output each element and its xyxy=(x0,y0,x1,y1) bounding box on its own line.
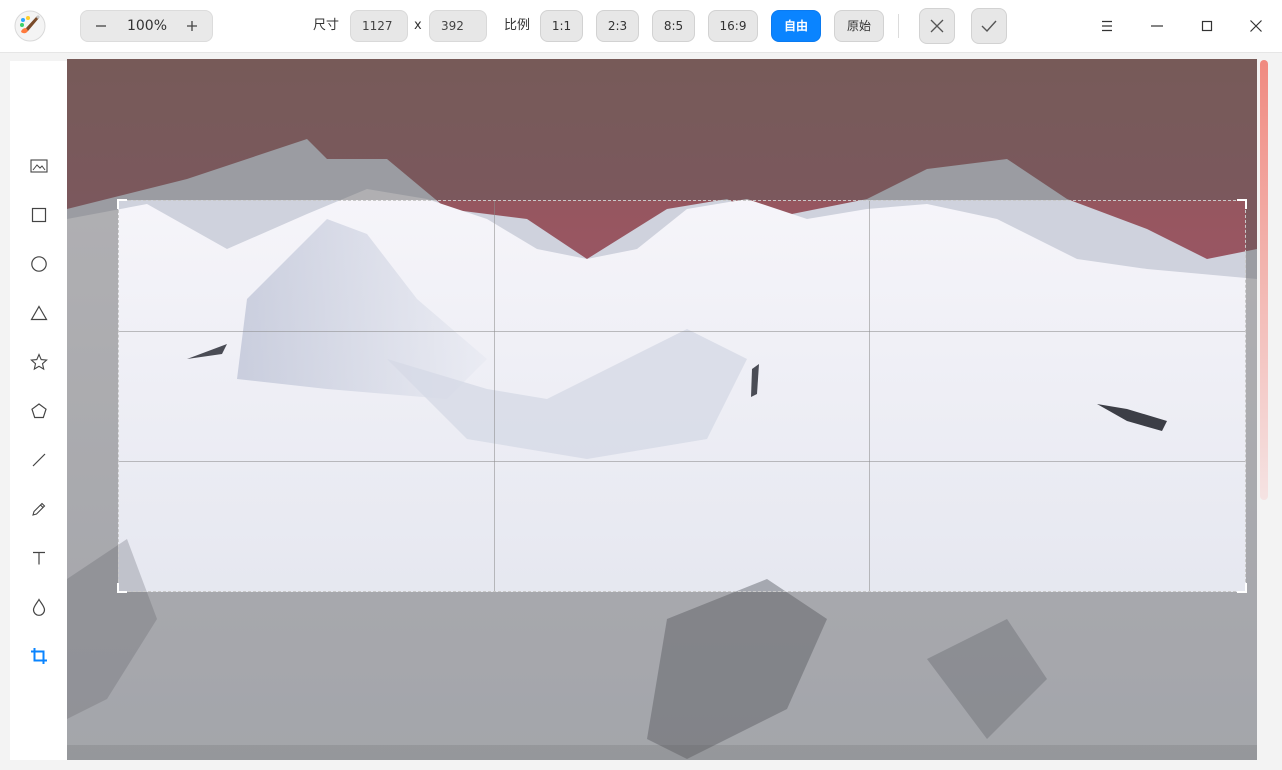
size-label: 尺寸 xyxy=(313,18,340,33)
height-input[interactable]: 392 xyxy=(429,10,487,42)
crop-tool-button[interactable] xyxy=(24,641,54,671)
bottom-strip xyxy=(0,760,1282,770)
cancel-crop-button[interactable] xyxy=(919,8,955,44)
crop-handle-bottom-right[interactable] xyxy=(1237,583,1247,593)
image-tool-button[interactable] xyxy=(24,151,54,181)
side-toolbar xyxy=(10,61,67,760)
image-canvas[interactable] xyxy=(67,59,1257,760)
ratio-free-button[interactable]: 自由 xyxy=(771,10,821,42)
line-tool-icon xyxy=(32,453,46,467)
ratio-original-button[interactable]: 原始 xyxy=(834,10,884,42)
ratio-8-5-button[interactable]: 8:5 xyxy=(652,10,695,42)
crop-grid-line xyxy=(869,201,870,591)
crop-mask-top xyxy=(67,59,1257,200)
blur-tool-icon xyxy=(32,598,46,616)
crop-handle-top-right[interactable] xyxy=(1237,199,1247,209)
toolbar-divider xyxy=(898,14,899,38)
vertical-scrollbar[interactable] xyxy=(1260,60,1268,500)
text-tool-button[interactable] xyxy=(24,543,54,573)
star-tool-button[interactable] xyxy=(24,347,54,377)
minus-icon xyxy=(96,25,106,27)
crop-mask-right xyxy=(1246,200,1257,592)
minimize-icon xyxy=(1151,25,1163,27)
ratio-label: 比例 xyxy=(504,18,531,33)
confirm-crop-button[interactable] xyxy=(971,8,1007,44)
crop-mask-left xyxy=(67,200,118,592)
zoom-in-button[interactable] xyxy=(174,11,210,41)
ratio-1-1-button[interactable]: 1:1 xyxy=(540,10,583,42)
triangle-tool-button[interactable] xyxy=(24,298,54,328)
ratio-16-9-button[interactable]: 16:9 xyxy=(708,10,758,42)
close-icon xyxy=(930,19,944,33)
paintbrush-app-icon xyxy=(14,10,46,42)
pencil-tool-icon xyxy=(32,502,46,516)
crop-grid-line xyxy=(494,201,495,591)
window-close-icon xyxy=(1250,20,1262,32)
crop-tool-icon xyxy=(31,648,47,664)
crop-grid-line xyxy=(119,331,1245,332)
plus-icon xyxy=(187,21,197,31)
zoom-value: 100% xyxy=(126,18,168,34)
blur-tool-button[interactable] xyxy=(24,592,54,622)
polygon-tool-icon xyxy=(31,403,47,419)
crop-handle-bottom-left[interactable] xyxy=(117,583,127,593)
zoom-out-button[interactable] xyxy=(83,11,119,41)
star-tool-icon xyxy=(30,353,48,371)
ellipse-tool-button[interactable] xyxy=(24,249,54,279)
maximize-icon xyxy=(1201,20,1213,32)
maximize-button[interactable] xyxy=(1190,10,1224,42)
crop-selection[interactable] xyxy=(117,199,1247,593)
canvas-bottom-shade xyxy=(67,745,1257,760)
close-window-button[interactable] xyxy=(1239,10,1273,42)
triangle-tool-icon xyxy=(30,305,48,321)
ellipse-tool-icon xyxy=(31,256,47,272)
title-bar: 100% 尺寸 1127 x 392 比例 1:1 2:3 8:5 16:9 自… xyxy=(0,0,1282,53)
polygon-tool-button[interactable] xyxy=(24,396,54,426)
minimize-button[interactable] xyxy=(1140,10,1174,42)
rectangle-tool-button[interactable] xyxy=(24,200,54,230)
times-sign: x xyxy=(414,18,422,33)
text-tool-icon xyxy=(33,551,45,565)
check-icon xyxy=(981,20,997,33)
line-tool-button[interactable] xyxy=(24,445,54,475)
zoom-control: 100% xyxy=(80,10,213,42)
crop-mask-bottom xyxy=(67,592,1257,760)
rectangle-tool-icon xyxy=(31,207,47,223)
crop-handle-top-left[interactable] xyxy=(117,199,127,209)
image-tool-icon xyxy=(30,159,48,173)
ratio-2-3-button[interactable]: 2:3 xyxy=(596,10,639,42)
menu-button[interactable] xyxy=(1090,10,1124,42)
crop-grid-line xyxy=(119,461,1245,462)
width-input[interactable]: 1127 xyxy=(350,10,408,42)
hamburger-menu-icon xyxy=(1102,20,1112,32)
pencil-tool-button[interactable] xyxy=(24,494,54,524)
